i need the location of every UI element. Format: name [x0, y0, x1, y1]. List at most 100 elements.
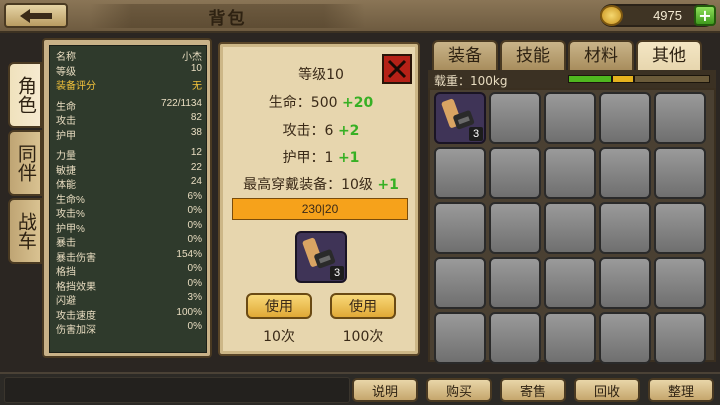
inventory-slot[interactable]	[599, 202, 651, 254]
stat-key: 攻击%	[56, 209, 85, 220]
stat-value: 24	[190, 176, 202, 187]
use-100-button[interactable]: 使用	[330, 293, 396, 319]
inventory-slot[interactable]	[654, 202, 706, 254]
tab-character-label: 角色	[14, 76, 37, 114]
inventory-slot[interactable]	[434, 202, 486, 254]
buy-button[interactable]: 购买	[426, 378, 492, 402]
inventory-slot[interactable]	[654, 147, 706, 199]
inventory-slot[interactable]	[489, 202, 541, 254]
inventory-slot[interactable]	[434, 312, 486, 364]
inventory-slot[interactable]: 3	[434, 92, 486, 144]
stat-row: 生命 722/1134	[54, 98, 204, 113]
consign-button[interactable]: 寄售	[500, 378, 566, 402]
chat-strip[interactable]	[4, 377, 350, 403]
stat-key: 攻击	[56, 116, 76, 127]
stat-row: 等级 10	[54, 62, 204, 78]
inventory-slot[interactable]	[489, 312, 541, 364]
stat-value: 38	[190, 126, 202, 138]
stat-value: 小杰	[182, 52, 202, 63]
tab-partner-label: 同伴	[14, 144, 37, 182]
arrow-left-icon	[20, 8, 52, 23]
stat-key: 攻击速度	[56, 310, 96, 322]
stat-value: 100%	[176, 306, 202, 318]
help-label: 说明	[371, 384, 398, 400]
inventory-slot[interactable]	[544, 92, 596, 144]
stat-value: 0%	[187, 263, 202, 274]
stat-key: 护甲	[56, 130, 76, 142]
tab-tank-label: 战车	[14, 212, 37, 250]
stat-value: 0%	[187, 205, 202, 216]
inventory-slot[interactable]	[599, 312, 651, 364]
close-button[interactable]	[382, 54, 412, 84]
tab-partner[interactable]: 同伴	[8, 130, 42, 196]
inventory-slot[interactable]	[489, 257, 541, 309]
detail-atk-label: 攻击：6	[282, 123, 334, 139]
help-button[interactable]: 说明	[352, 378, 418, 402]
inventory-slot[interactable]	[654, 92, 706, 144]
stat-value: 3%	[187, 292, 202, 303]
stat-value: 0%	[187, 321, 202, 332]
inventory-slot[interactable]	[599, 147, 651, 199]
coin-value: 4975	[653, 8, 682, 23]
page-title: 背包	[208, 8, 247, 29]
stats-panel: 名称 小杰 等级 10 装备评分 无生命 722/1134 攻击 82 护甲 38 力量 12 敏捷 22 体…	[42, 38, 212, 358]
detail-atk-bonus: +2	[337, 123, 360, 139]
stat-row: 生命% 6%	[54, 190, 204, 206]
plus-icon: +	[698, 6, 712, 25]
detail-armor-label: 护甲：1	[282, 150, 334, 166]
stat-key: 格挡	[56, 267, 76, 278]
inventory-slot[interactable]	[434, 257, 486, 309]
sort-button[interactable]: 整理	[648, 378, 714, 402]
stat-value: 22	[190, 161, 202, 173]
stat-row: 体能 24	[54, 176, 204, 191]
detail-equip-label: 最高穿戴装备：10级	[243, 177, 373, 193]
inventory-slot[interactable]	[599, 257, 651, 309]
inventory-slot[interactable]	[654, 312, 706, 364]
gold-coin-icon	[600, 5, 623, 26]
inventory-slot[interactable]	[654, 257, 706, 309]
stat-key: 格挡效果	[56, 281, 96, 293]
stat-key: 伤害加深	[56, 325, 96, 336]
stat-row: 格挡 0%	[54, 263, 204, 278]
inventory-slot[interactable]	[544, 257, 596, 309]
inventory-slot[interactable]	[434, 147, 486, 199]
recycle-button[interactable]: 回收	[574, 378, 640, 402]
inventory-slot[interactable]	[599, 92, 651, 144]
recycle-label: 回收	[593, 384, 620, 400]
tab-materials[interactable]: 材料	[568, 40, 634, 70]
stat-key: 体能	[56, 180, 76, 191]
detail-item-icon[interactable]: 3	[295, 231, 347, 283]
item-count-badge: 3	[330, 266, 344, 280]
stat-key: 名称	[56, 52, 76, 63]
stat-value: 0%	[187, 219, 202, 231]
stat-row: 力量 12	[54, 147, 204, 162]
back-button[interactable]	[4, 3, 68, 28]
add-coins-button[interactable]: +	[694, 5, 716, 26]
use-10-button[interactable]: 使用	[246, 293, 312, 319]
stat-row: 攻击速度 100%	[54, 306, 204, 322]
stat-value: 10	[190, 62, 202, 74]
weight-label: 载重：100kg	[434, 74, 508, 88]
tab-equipment[interactable]: 装备	[432, 40, 498, 70]
stat-key: 闪避	[56, 296, 76, 307]
stat-row: 闪避 3%	[54, 292, 204, 307]
inventory-slot[interactable]	[544, 147, 596, 199]
stat-value: 6%	[187, 190, 202, 202]
stat-key: 生命	[56, 101, 76, 113]
stat-value: 82	[190, 112, 202, 123]
weight-segment-yellow	[612, 75, 634, 83]
stat-value: 无	[192, 81, 202, 92]
stat-row: 暴击 0%	[54, 234, 204, 249]
stat-key: 敏捷	[56, 165, 76, 177]
tab-tank[interactable]: 战车	[8, 198, 42, 264]
stat-value: 0%	[187, 234, 202, 245]
stats-list: 名称 小杰 等级 10 装备评分 无生命 722/1134 攻击 82 护甲 38 力量 12 敏捷 22 体…	[49, 45, 207, 353]
tab-other[interactable]: 其他	[636, 40, 702, 70]
inventory-slot[interactable]	[544, 312, 596, 364]
inventory-slot[interactable]	[544, 202, 596, 254]
inventory-slot[interactable]	[489, 147, 541, 199]
tab-skills[interactable]: 技能	[500, 40, 566, 70]
stat-key: 暴击	[56, 238, 76, 249]
inventory-slot[interactable]	[489, 92, 541, 144]
tab-character[interactable]: 角色	[8, 62, 42, 128]
